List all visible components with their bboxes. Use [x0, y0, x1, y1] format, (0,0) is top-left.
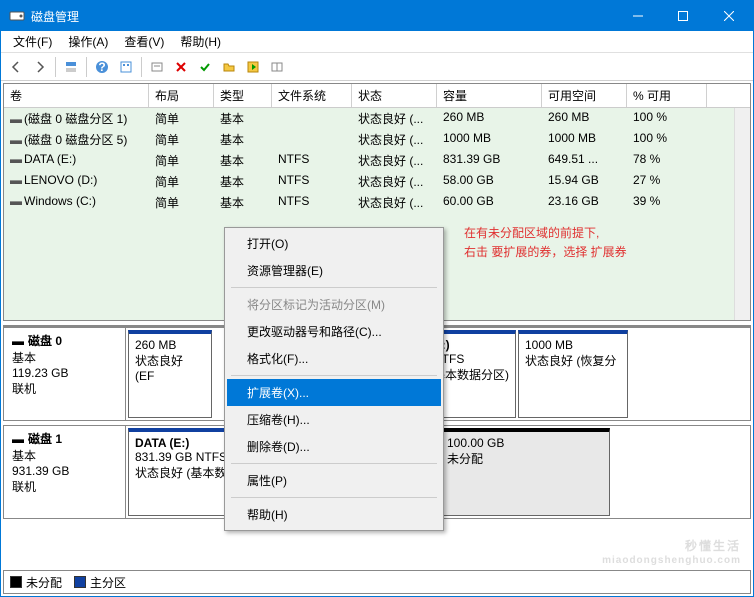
col-volume[interactable]: 卷	[4, 84, 149, 107]
col-capacity[interactable]: 容量	[437, 84, 542, 107]
table-header: 卷 布局 类型 文件系统 状态 容量 可用空间 % 可用	[4, 84, 750, 108]
cm-changeletter[interactable]: 更改驱动器号和路径(C)...	[227, 318, 441, 345]
window-title: 磁盘管理	[31, 8, 615, 25]
settings-button[interactable]	[115, 56, 137, 78]
menu-view[interactable]: 查看(V)	[116, 31, 172, 52]
cm-markactive: 将分区标记为活动分区(M)	[227, 291, 441, 318]
table-row[interactable]: ▬LENOVO (D:)简单基本NTFS状态良好 (...58.00 GB15.…	[4, 171, 750, 192]
refresh-button[interactable]	[146, 56, 168, 78]
minimize-button[interactable]	[615, 1, 660, 31]
col-free[interactable]: 可用空间	[542, 84, 627, 107]
disk-management-window: 磁盘管理 文件(F) 操作(A) 查看(V) 帮助(H) ? 卷 布局	[0, 0, 754, 597]
col-pctfree[interactable]: % 可用	[627, 84, 707, 107]
partition[interactable]: 260 MB状态良好 (EF	[128, 330, 212, 418]
list-button[interactable]	[266, 56, 288, 78]
delete-button[interactable]	[170, 56, 192, 78]
menu-file[interactable]: 文件(F)	[5, 31, 60, 52]
folder-button[interactable]	[218, 56, 240, 78]
menu-help[interactable]: 帮助(H)	[172, 31, 229, 52]
svg-text:?: ?	[98, 60, 105, 74]
cm-explorer[interactable]: 资源管理器(E)	[227, 257, 441, 284]
menu-action[interactable]: 操作(A)	[60, 31, 116, 52]
legend-bar: 未分配 主分区	[3, 570, 751, 594]
menubar: 文件(F) 操作(A) 查看(V) 帮助(H)	[1, 31, 753, 53]
titlebar[interactable]: 磁盘管理	[1, 1, 753, 31]
scrollbar-vertical[interactable]	[734, 104, 750, 320]
back-button[interactable]	[5, 56, 27, 78]
col-status[interactable]: 状态	[352, 84, 437, 107]
cm-extend[interactable]: 扩展卷(X)...	[227, 379, 441, 406]
disk-info[interactable]: ▬磁盘 0基本119.23 GB联机	[4, 328, 126, 420]
cm-open[interactable]: 打开(O)	[227, 230, 441, 257]
col-type[interactable]: 类型	[214, 84, 272, 107]
content-area: 卷 布局 类型 文件系统 状态 容量 可用空间 % 可用 ▬(磁盘 0 磁盘分区…	[1, 81, 753, 596]
disk-info[interactable]: ▬磁盘 1基本931.39 GB联机	[4, 426, 126, 518]
app-icon	[9, 8, 25, 24]
close-button[interactable]	[705, 1, 753, 31]
view-top-button[interactable]	[60, 56, 82, 78]
table-row[interactable]: ▬Windows (C:)简单基本NTFS状态良好 (...60.00 GB23…	[4, 192, 750, 213]
context-menu: 打开(O) 资源管理器(E) 将分区标记为活动分区(M) 更改驱动器号和路径(C…	[224, 227, 444, 531]
legend-primary: 主分区	[90, 574, 126, 591]
maximize-button[interactable]	[660, 1, 705, 31]
annotation-text: 在有未分配区域的前提下, 右击 要扩展的券，选择 扩展券	[464, 224, 627, 262]
cm-format[interactable]: 格式化(F)...	[227, 345, 441, 372]
legend-unalloc: 未分配	[26, 574, 62, 591]
cm-help[interactable]: 帮助(H)	[227, 501, 441, 528]
cm-properties[interactable]: 属性(P)	[227, 467, 441, 494]
forward-button[interactable]	[29, 56, 51, 78]
cm-shrink[interactable]: 压缩卷(H)...	[227, 406, 441, 433]
table-row[interactable]: ▬DATA (E:)简单基本NTFS状态良好 (...831.39 GB649.…	[4, 150, 750, 171]
help-button[interactable]: ?	[91, 56, 113, 78]
col-fs[interactable]: 文件系统	[272, 84, 352, 107]
cm-delete[interactable]: 删除卷(D)...	[227, 433, 441, 460]
partition[interactable]: 1000 MB状态良好 (恢复分	[518, 330, 628, 418]
swatch-unalloc	[10, 576, 22, 588]
table-row[interactable]: ▬(磁盘 0 磁盘分区 5)简单基本状态良好 (...1000 MB1000 M…	[4, 129, 750, 150]
toolbar: ?	[1, 53, 753, 81]
check-button[interactable]	[194, 56, 216, 78]
table-row[interactable]: ▬(磁盘 0 磁盘分区 1)简单基本状态良好 (...260 MB260 MB1…	[4, 108, 750, 129]
swatch-primary	[74, 576, 86, 588]
col-layout[interactable]: 布局	[149, 84, 214, 107]
partition-unallocated[interactable]: 100.00 GB未分配	[440, 428, 610, 516]
action-button[interactable]	[242, 56, 264, 78]
